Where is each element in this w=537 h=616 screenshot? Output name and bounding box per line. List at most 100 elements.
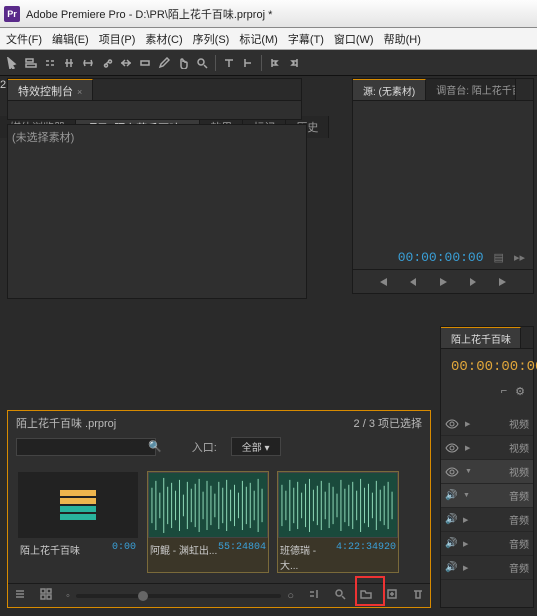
audio-track-4[interactable]: 🔊▶音频 xyxy=(441,556,533,580)
auto-sequence-icon[interactable] xyxy=(308,588,320,603)
speaker-icon[interactable]: 🔊 xyxy=(445,514,457,526)
chevron-icon[interactable]: ▶ xyxy=(463,564,468,572)
app-logo: Pr xyxy=(4,6,20,22)
item-duration: 55:24804 xyxy=(218,542,266,557)
sequence-icon xyxy=(18,472,138,538)
project-item-audio-1[interactable]: 阿鲲 - 渊虹出...55:24804 xyxy=(148,472,268,572)
entry-label: 入口: xyxy=(192,439,217,455)
source-panel: 源: (无素材) 调音台: 陌上花千百味 00:00:00:00 ▤ ▸▸ xyxy=(352,78,534,294)
zoom-slider[interactable]: ◦ ○ xyxy=(66,590,294,602)
toolbar xyxy=(0,50,537,76)
menu-edit[interactable]: 编辑(E) xyxy=(52,31,89,47)
item-name: 陌上花千百味 xyxy=(20,542,80,557)
project-selection-count: 2 / 3 项已选择 xyxy=(354,415,422,431)
slip-icon[interactable] xyxy=(118,54,134,72)
chevron-icon[interactable]: ▶ xyxy=(463,540,468,548)
close-icon[interactable]: × xyxy=(77,87,82,97)
menu-project[interactable]: 项目(P) xyxy=(99,31,136,47)
list-view-icon[interactable] xyxy=(14,588,26,603)
transport-controls xyxy=(353,269,533,293)
chevron-icon[interactable]: ▼ xyxy=(463,492,470,499)
tab-sequence[interactable]: 陌上花千百味 xyxy=(441,327,521,348)
audio-track-3[interactable]: 🔊▶音频 xyxy=(441,532,533,556)
entry-dropdown[interactable]: 全部 ▾ xyxy=(231,437,281,456)
chevron-icon[interactable]: ▶ xyxy=(465,420,470,428)
source-timecode: 00:00:00:00 xyxy=(398,250,484,265)
zoom-out-icon[interactable]: ◦ xyxy=(66,590,70,602)
sequence-timecode: 00:00:00:00 xyxy=(441,349,533,381)
trash-icon[interactable] xyxy=(412,588,424,603)
icon-view-icon[interactable] xyxy=(40,588,52,603)
speaker-icon[interactable]: 🔊 xyxy=(445,538,457,550)
tab-audio-mixer[interactable]: 调音台: 陌上花千百味 xyxy=(426,79,516,100)
project-items-grid: 陌上花千百味 0:00 阿鲲 - 渊虹出...55:24804 班德瑞 - 大..… xyxy=(8,458,430,586)
item-duration: 0:00 xyxy=(112,542,136,557)
pen-icon[interactable] xyxy=(156,54,172,72)
type-icon[interactable] xyxy=(221,54,237,72)
menu-title[interactable]: 字幕(T) xyxy=(288,31,324,47)
zoom-in-icon[interactable]: ○ xyxy=(287,590,294,602)
zoom-icon[interactable] xyxy=(194,54,210,72)
video-track-1[interactable]: ▼视频 xyxy=(441,460,533,484)
window-title: Adobe Premiere Pro - D:\PR\陌上花千百味.prproj… xyxy=(26,6,272,22)
step-icon[interactable]: ▸▸ xyxy=(514,251,525,264)
eye-icon[interactable] xyxy=(445,441,459,455)
project-item-sequence[interactable]: 陌上花千百味 0:00 xyxy=(18,472,138,572)
title-bar: Pr Adobe Premiere Pro - D:\PR\陌上花千百味.prp… xyxy=(0,0,537,28)
text-vert-icon[interactable] xyxy=(240,54,256,72)
item-name: 班德瑞 - 大... xyxy=(280,542,336,572)
fit-icon[interactable]: ▤ xyxy=(494,251,504,264)
no-clip-panel: (未选择素材) xyxy=(7,124,307,299)
eye-icon[interactable] xyxy=(445,465,459,479)
ripple-edit-icon[interactable] xyxy=(42,54,58,72)
snap-icon[interactable]: ⌐ xyxy=(501,385,507,398)
hand-icon[interactable] xyxy=(175,54,191,72)
mark-out-icon[interactable] xyxy=(286,54,302,72)
video-track-3[interactable]: ▶视频 xyxy=(441,412,533,436)
speaker-icon[interactable]: 🔊 xyxy=(445,562,457,574)
find-icon[interactable] xyxy=(334,588,346,603)
step-fwd-icon[interactable] xyxy=(463,272,483,292)
track-headers: ▶视频 ▶视频 ▼视频 🔊▼音频 🔊▶音频 🔊▶音频 🔊▶音频 xyxy=(441,402,533,580)
menu-help[interactable]: 帮助(H) xyxy=(384,31,421,47)
new-item-icon[interactable] xyxy=(386,588,398,603)
play-icon[interactable] xyxy=(433,272,453,292)
menu-window[interactable]: 窗口(W) xyxy=(334,31,374,47)
chevron-icon[interactable]: ▼ xyxy=(465,468,472,475)
selection-tool-icon[interactable] xyxy=(4,54,20,72)
rolling-edit-icon[interactable] xyxy=(61,54,77,72)
waveform-thumb xyxy=(278,472,398,538)
track-select-icon[interactable] xyxy=(23,54,39,72)
slide-icon[interactable] xyxy=(137,54,153,72)
rate-stretch-icon[interactable] xyxy=(80,54,96,72)
no-clip-message: (未选择素材) xyxy=(8,125,306,149)
razor-icon[interactable] xyxy=(99,54,115,72)
menu-marker[interactable]: 标记(M) xyxy=(239,31,278,47)
tab-source[interactable]: 源: (无素材) xyxy=(353,79,426,100)
chevron-icon[interactable]: ▶ xyxy=(465,444,470,452)
project-item-audio-2[interactable]: 班德瑞 - 大...4:22:34920 xyxy=(278,472,398,572)
chevron-icon[interactable]: ▶ xyxy=(463,516,468,524)
go-start-icon[interactable] xyxy=(373,272,393,292)
separator xyxy=(261,55,262,71)
audio-track-2[interactable]: 🔊▶音频 xyxy=(441,508,533,532)
audio-track-1[interactable]: 🔊▼音频 xyxy=(441,484,533,508)
project-filename: 陌上花千百味 .prproj xyxy=(16,415,116,431)
go-end-icon[interactable] xyxy=(493,272,513,292)
item-duration: 4:22:34920 xyxy=(336,542,396,572)
step-back-icon[interactable] xyxy=(403,272,423,292)
settings-icon[interactable]: ⚙ xyxy=(515,385,525,398)
video-track-2[interactable]: ▶视频 xyxy=(441,436,533,460)
annotation-highlight xyxy=(355,576,385,606)
menu-clip[interactable]: 素材(C) xyxy=(145,31,182,47)
eye-icon[interactable] xyxy=(445,417,459,431)
mark-in-icon[interactable] xyxy=(267,54,283,72)
speaker-icon[interactable]: 🔊 xyxy=(445,490,457,502)
search-input[interactable] xyxy=(16,438,156,456)
menu-bar: 文件(F) 编辑(E) 项目(P) 素材(C) 序列(S) 标记(M) 字幕(T… xyxy=(0,28,537,50)
search-icon[interactable]: 🔍 xyxy=(148,440,162,453)
tab-effect-controls[interactable]: 特效控制台× xyxy=(8,79,93,100)
menu-sequence[interactable]: 序列(S) xyxy=(193,31,230,47)
effect-controls-panel: 特效控制台× xyxy=(7,78,302,120)
menu-file[interactable]: 文件(F) xyxy=(6,31,42,47)
